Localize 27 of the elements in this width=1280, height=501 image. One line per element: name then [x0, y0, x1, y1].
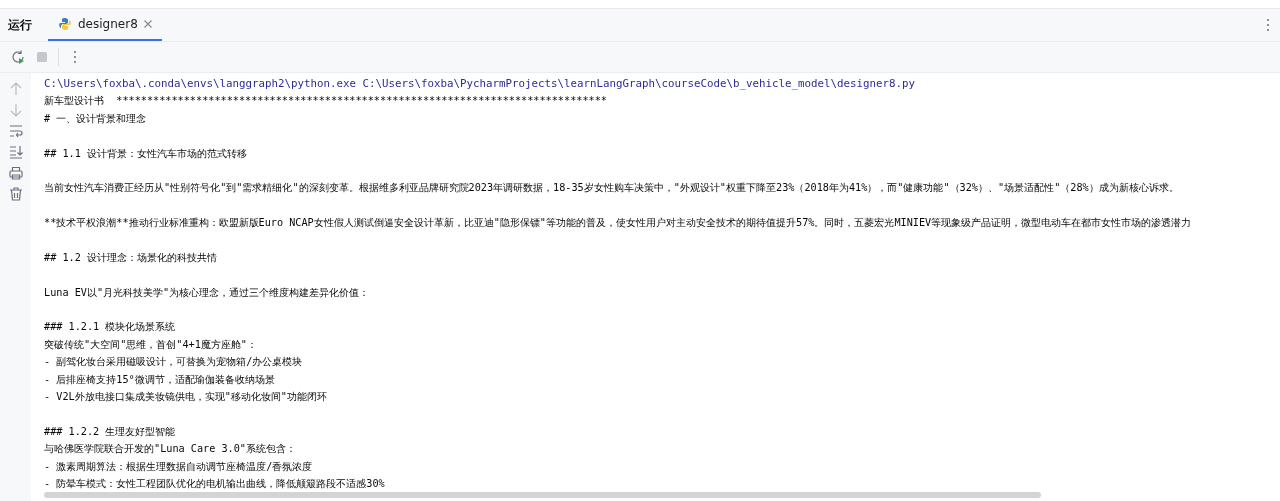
- output-line: ## 1.2 设计理念：场景化的科技共情: [44, 250, 218, 265]
- output-line: - 防晕车模式：女性工程团队优化的电机输出曲线，降低颠簸路段不适感30%: [44, 477, 386, 491]
- output-line: ### 1.2.2 生理友好型智能: [44, 424, 177, 439]
- panel-title: 运行: [7, 16, 33, 34]
- python-icon: [58, 17, 72, 31]
- output-line: ## 1.1 设计背景：女性汽车市场的范式转移: [44, 146, 248, 161]
- rerun-icon[interactable]: [10, 49, 26, 65]
- output-line: ### 1.2.1 模块化场景系统: [44, 320, 177, 335]
- output-line: 突破传统"大空间"思维，首创"4+1魔方座舱"：: [44, 337, 258, 352]
- output-line: - 后排座椅支持15°微调节，适配瑜伽装备收纳场景: [44, 372, 276, 387]
- soft-wrap-icon[interactable]: [7, 123, 24, 139]
- output-line: **技术平权浪潮**推动行业标准重构：欧盟新版Euro NCAP女性假人测试倒逼安全设计革新，比亚迪"隐形保镖"等功能的普及，使女性用户对主动安全技术的期待值提升57%。同时，五菱宏光MINIEV等现象级产品证明，微型电动车在都市女性市场的渗透潜力: [44, 216, 1193, 231]
- output-line: - 副驾化妆台采用磁吸设计，可替换为宠物箱/办公桌模块: [44, 355, 304, 370]
- output-line: 当前女性汽车消费正经历从"性别符号化"到"需求精细化"的深刻变革。根据维多利亚品牌研究院2023年调研数据，18-35岁女性购车决策中，"外观设计"权重下降至23%（2018年为41%），而"健康功能"（32%）、"场景适配性"（28%）成为新核心诉求。: [44, 181, 1180, 196]
- output-line: - V2L外放电接口集成美妆镜供电，实现"移动化妆间"功能闭环: [44, 390, 328, 405]
- horizontal-scrollbar[interactable]: [44, 492, 1041, 499]
- command-line: C:\Users\foxba\.conda\envs\langgraph2\python.exe C:\Users\foxba\PycharmProjects\learnLangGraph\courseCode\b_vehicle_model\designer8.py: [44, 76, 917, 92]
- output-line: 新车型设计书 ********************************************************************************: [44, 94, 608, 109]
- trash-icon[interactable]: [7, 186, 24, 202]
- output-line: # 一、设计背景和理念: [44, 111, 148, 126]
- close-icon[interactable]: [143, 20, 152, 28]
- stop-icon[interactable]: [34, 49, 50, 65]
- output-line: Luna EV以"月光科技美学"为核心理念，通过三个维度构建差异化价值：: [44, 285, 371, 300]
- scroll-to-end-icon[interactable]: [7, 144, 24, 160]
- output-line: - 激素周期算法：根据生理数据自动调节座椅温度/香氛浓度: [44, 459, 314, 474]
- print-icon[interactable]: [7, 165, 24, 181]
- output-line: 与哈佛医学院联合开发的"Luna Care 3.0"系统包含：: [44, 442, 297, 457]
